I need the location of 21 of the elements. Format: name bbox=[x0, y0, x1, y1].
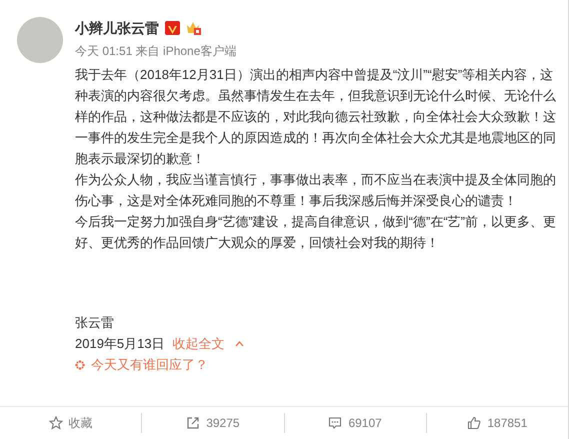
thumbs-up-icon bbox=[467, 416, 482, 430]
comment-icon bbox=[328, 416, 342, 430]
sparkle-icon bbox=[75, 360, 85, 370]
action-button[interactable]: 69107 bbox=[328, 414, 382, 432]
author-name[interactable]: 小辫儿张云雷 bbox=[75, 18, 159, 38]
post-paragraph: 今后我一定努力加强自身“艺德”建设，提高自律意识，做到“德”在“艺”前，以更多、更好、更优秀的作品回馈广大观众的厚爱，回馈社会对我的期待！ bbox=[75, 213, 557, 252]
collapse-link[interactable]: 收起全文 bbox=[172, 333, 244, 354]
action-button[interactable]: 收藏 bbox=[48, 414, 93, 432]
share-icon bbox=[186, 416, 200, 430]
post-paragraph: 作为公众人物，我应当谨言慎行，事事做出表率，而不应当在表演中提及全体同胞的伤心事，这是对全体死难同胞的不尊重！事后我深感后悔并深受良心的谴责！ bbox=[75, 171, 557, 210]
post-paragraph: 我于去年（2018年12月31日）演出的相声内容中曾提及“汶川”“慰安”等相关内容，这种表演的内容很欠考虑。虽然事情发生在去年，但我意识到无论什么时候、无论什么样的作品，这种做法都是不应该的，对此我向德云社致歉，向全体社会大众致歉！这一事件的发生完全是我个人的原因造成的！再次向全体社会大众尤其是地震地区的同胞表示最深切的歉意！ bbox=[75, 66, 557, 168]
avatar[interactable] bbox=[17, 17, 63, 63]
action-button[interactable]: 187851 bbox=[467, 414, 528, 432]
crown-icon bbox=[186, 21, 202, 35]
reply-prompt-link[interactable]: 今天又有谁回应了？ bbox=[91, 354, 208, 375]
star-icon bbox=[48, 416, 63, 430]
post-meta: 今天 01:51 来自 iPhone客户端 bbox=[75, 43, 236, 60]
caret-icon bbox=[234, 340, 244, 346]
signature: 张云雷 bbox=[75, 314, 114, 332]
action-button[interactable]: 39275 bbox=[186, 414, 240, 432]
post-date: 2019年5月13日 bbox=[75, 335, 165, 353]
